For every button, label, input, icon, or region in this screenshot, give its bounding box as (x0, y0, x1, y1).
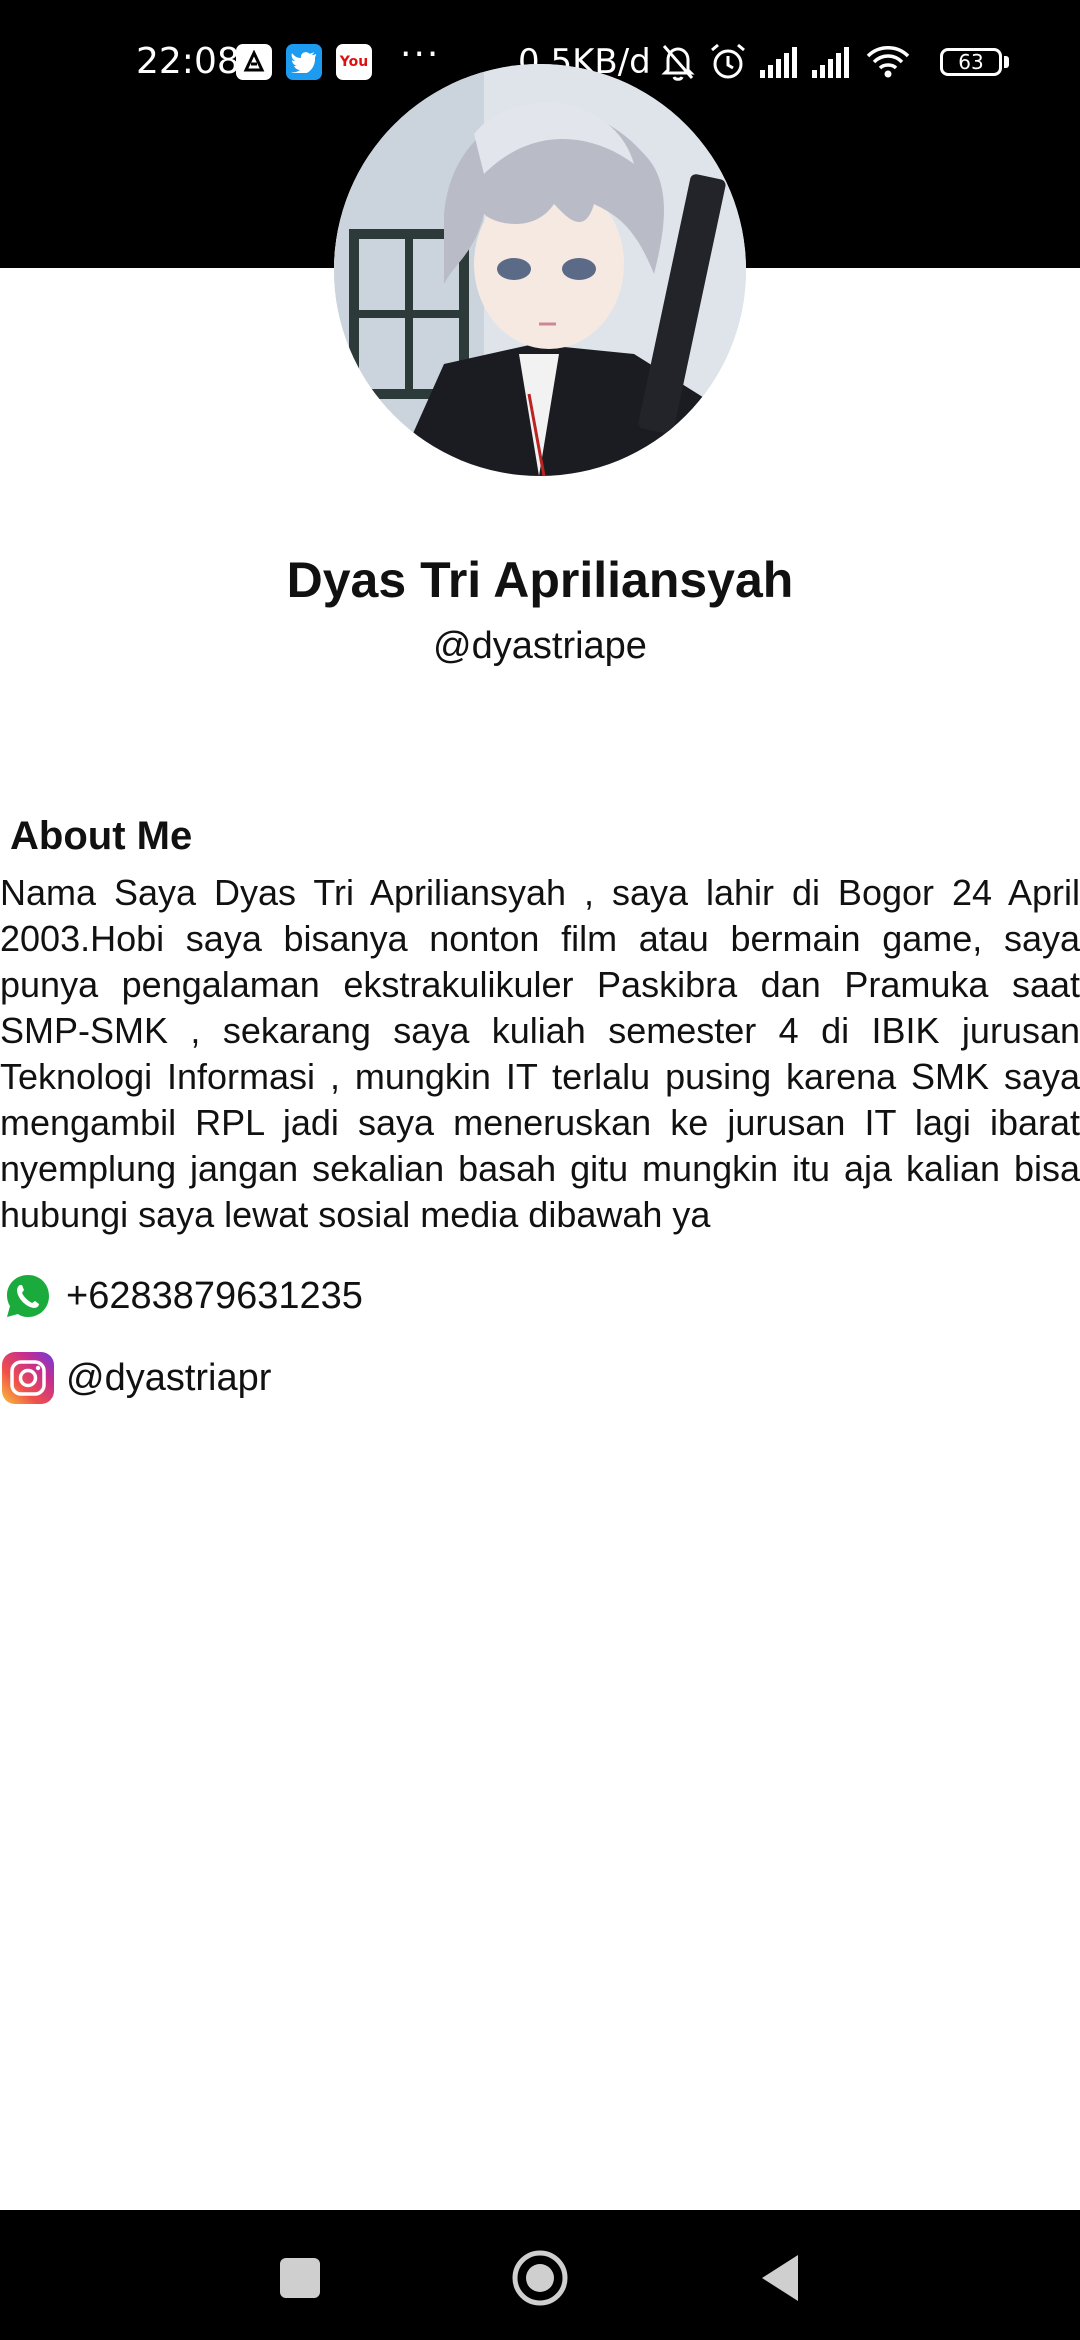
signal-icon (812, 47, 849, 78)
home-button[interactable] (500, 2238, 580, 2318)
whatsapp-number: +6283879631235 (66, 1275, 363, 1317)
recents-button[interactable] (260, 2238, 340, 2318)
profile-name: Dyas Tri Apriliansyah (286, 552, 794, 608)
profile-screen: 22:08 You ··· 0,5KB/d 63 Dyas Tri Aprili… (0, 0, 1080, 2340)
home-icon (512, 2250, 568, 2306)
back-button[interactable] (740, 2238, 820, 2318)
wifi-icon (866, 46, 910, 78)
whatsapp-contact[interactable]: +6283879631235 (0, 1268, 363, 1324)
profile-avatar[interactable] (334, 64, 746, 476)
profile-handle: @dyastriape (433, 625, 647, 667)
whatsapp-icon (0, 1268, 56, 1324)
more-notifications-indicator: ··· (400, 34, 441, 75)
alarm-icon (711, 43, 745, 79)
about-heading: About Me (10, 814, 193, 858)
system-icons (656, 40, 912, 84)
mute-bell-icon (661, 45, 695, 81)
battery-icon: 63 (940, 48, 1002, 76)
app-notification-icon (236, 44, 272, 80)
instagram-contact[interactable]: @dyastriapr (0, 1350, 271, 1406)
status-time: 22:08 (136, 41, 240, 82)
navigation-bar (0, 2210, 1080, 2340)
youtube-icon: You (336, 44, 372, 80)
instagram-handle: @dyastriapr (66, 1357, 272, 1399)
back-icon (762, 2255, 798, 2301)
recents-icon (280, 2258, 320, 2298)
instagram-icon (0, 1350, 56, 1406)
twitter-icon (286, 44, 322, 80)
about-description: Nama Saya Dyas Tri Apriliansyah , saya l… (0, 872, 1080, 1235)
signal-icon (760, 47, 797, 78)
battery-tip (1004, 56, 1009, 68)
